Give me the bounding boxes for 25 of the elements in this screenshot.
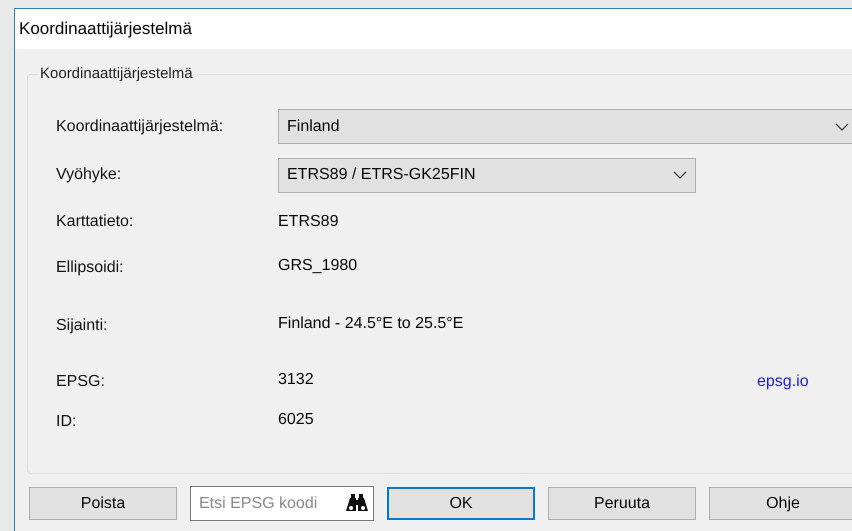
dropdown[interactable]: Finland — [278, 109, 852, 144]
dialog-button[interactable]: Peruuta — [548, 487, 696, 520]
field-label: ID: — [56, 412, 78, 432]
group-title: Koordinaattijärjestelmä — [38, 64, 195, 84]
field-label: Koordinaattijärjestelmä: — [56, 116, 224, 136]
dropdown[interactable]: ETRS89 / ETRS-GK25FIN — [278, 158, 696, 192]
field-label: Vyöhyke: — [56, 165, 122, 185]
binoculars-icon — [345, 493, 369, 513]
field-value: ETRS89 — [278, 212, 340, 232]
dialog-button[interactable]: Ohje — [709, 487, 852, 520]
field-value: GRS_1980 — [278, 256, 358, 276]
chevron-down-icon — [673, 171, 687, 179]
dialog-button[interactable]: Poista — [29, 487, 177, 520]
field-value: Finland - 24.5°E to 25.5°E — [278, 314, 464, 334]
epsg-link[interactable]: epsg.io — [757, 370, 809, 394]
window-title: Koordinaattijärjestelmä — [19, 18, 192, 40]
field-value: 3132 — [278, 370, 315, 390]
field-label: Ellipsoidi: — [56, 258, 125, 278]
field-label: Sijainti: — [56, 316, 109, 336]
field-value: 6025 — [278, 410, 315, 430]
search-field[interactable]: Etsi EPSG koodi — [190, 486, 374, 521]
field-label: Karttatieto: — [56, 212, 134, 232]
field-label: EPSG: — [56, 372, 106, 392]
chevron-down-icon — [835, 122, 849, 130]
dialog-button[interactable]: OK — [387, 487, 535, 520]
